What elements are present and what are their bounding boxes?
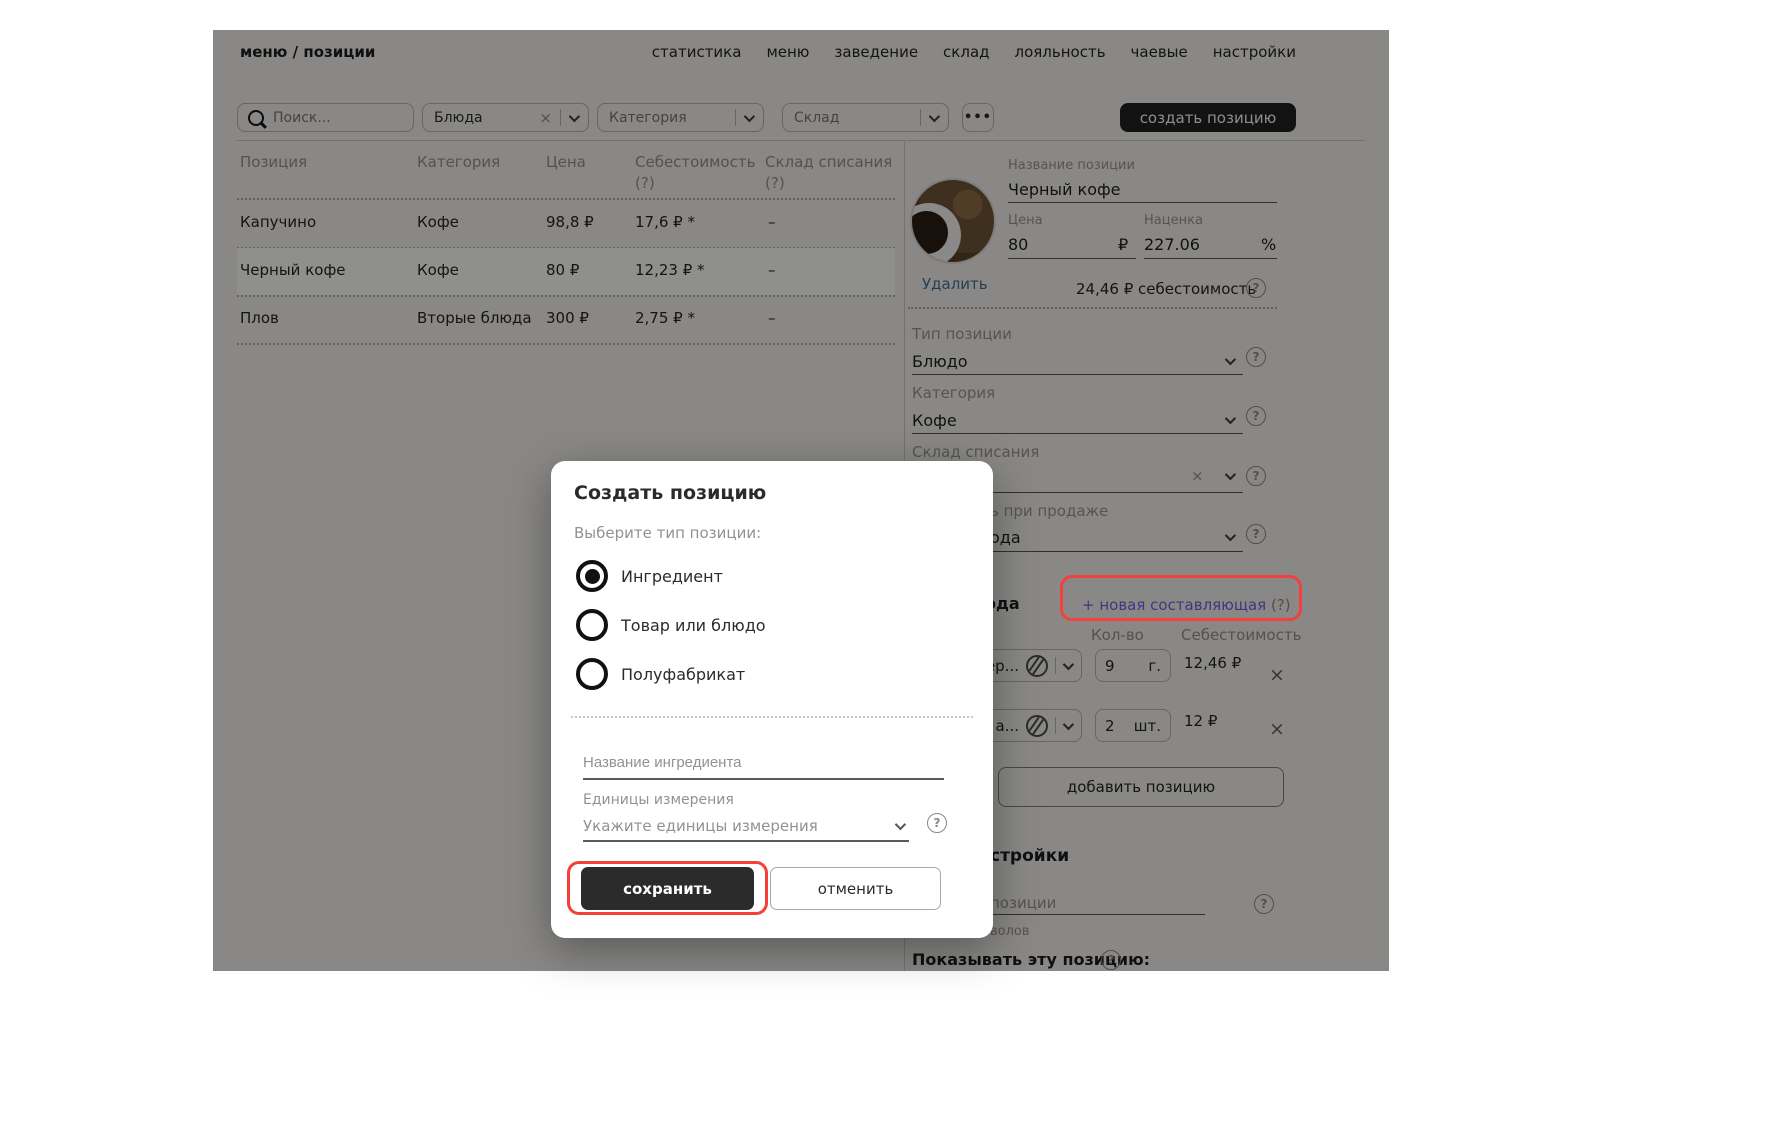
modal-dotted-divider xyxy=(571,716,973,718)
annotation-save-box xyxy=(567,861,768,915)
radio-label: Ингредиент xyxy=(621,567,723,586)
ingredient-name-input[interactable] xyxy=(583,754,943,771)
units-select-placeholder[interactable]: Укажите единицы измерения xyxy=(583,817,818,835)
units-underline xyxy=(583,840,909,842)
annotation-highlight-box xyxy=(1060,575,1302,621)
radio-label: Товар или блюдо xyxy=(621,616,766,635)
help-icon[interactable]: ? xyxy=(927,813,947,833)
radio-unselected-icon[interactable] xyxy=(576,658,608,690)
units-label: Единицы измерения xyxy=(583,792,734,808)
radio-option-product[interactable]: Товар или блюдо xyxy=(576,609,766,641)
modal-subtitle: Выберите тип позиции: xyxy=(574,524,761,542)
cancel-button[interactable]: отменить xyxy=(770,867,941,910)
create-position-modal: Создать позицию Выберите тип позиции: Ин… xyxy=(551,461,993,938)
radio-label: Полуфабрикат xyxy=(621,665,745,684)
radio-option-ingredient[interactable]: Ингредиент xyxy=(576,560,723,592)
chevron-down-icon[interactable] xyxy=(895,819,906,830)
radio-unselected-icon[interactable] xyxy=(576,609,608,641)
modal-title: Создать позицию xyxy=(574,482,766,504)
name-input-underline xyxy=(583,778,944,780)
radio-selected-icon[interactable] xyxy=(576,560,608,592)
screenshot-stage: меню / позиции статистика меню заведение… xyxy=(0,0,1778,1146)
radio-option-semifinished[interactable]: Полуфабрикат xyxy=(576,658,745,690)
